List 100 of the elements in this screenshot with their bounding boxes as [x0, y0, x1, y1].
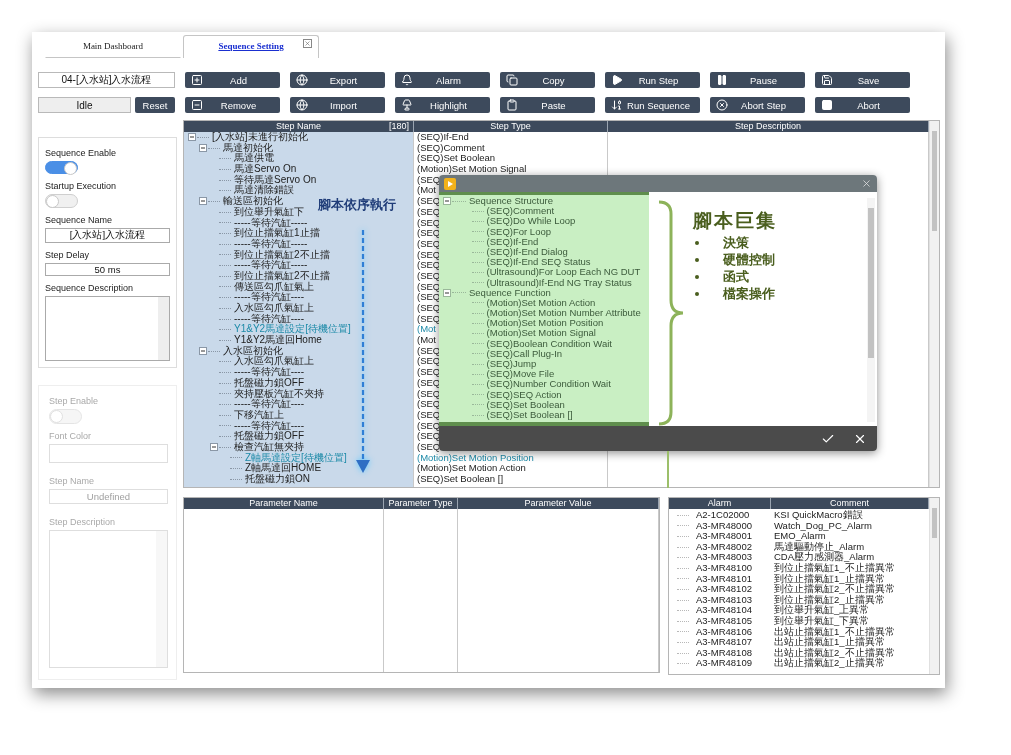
toolbar-button[interactable]: Save: [815, 72, 910, 88]
collapse-icon[interactable]: [443, 197, 451, 206]
macro-item[interactable]: (SEQ)If-End SEQ Status: [486, 257, 591, 268]
macro-item[interactable]: (SEQ)Set Boolean []: [486, 409, 573, 421]
collapse-icon[interactable]: [210, 443, 218, 452]
lamp-icon: [401, 99, 413, 111]
toolbar-button[interactable]: Remove: [185, 97, 280, 113]
save-icon: [821, 74, 833, 86]
step-name[interactable]: Y1&Y2馬達回Home: [234, 335, 322, 346]
step-name[interactable]: 到位止擋氣缸1止擋: [234, 228, 320, 239]
macro-item[interactable]: (SEQ)Call Plug-In: [486, 348, 563, 359]
collapse-icon[interactable]: [443, 288, 451, 297]
toolbar-button[interactable]: Copy: [500, 72, 595, 88]
step-name[interactable]: 入水區勾爪氣缸上: [234, 356, 314, 368]
step-name[interactable]: -----等待汽缸-----: [234, 217, 308, 229]
macro-item[interactable]: (SEQ)If-End: [486, 236, 539, 247]
step-name[interactable]: 馬達Servo On: [234, 164, 297, 175]
step-name[interactable]: 輸送區初始化: [223, 196, 283, 207]
step-name[interactable]: 夾持壓板汽缸不夾持: [234, 388, 324, 400]
step-name[interactable]: -----等待汽缸----: [234, 292, 304, 303]
step-name[interactable]: [入水站]未進行初始化: [212, 132, 308, 143]
step-name[interactable]: 托盤磁力鎖ON: [245, 474, 310, 485]
step-name[interactable]: 傳送區勾爪缸氣上: [234, 281, 314, 293]
step-name[interactable]: -----等待汽缸-----: [234, 260, 308, 271]
macro-item[interactable]: (SEQ)If-End Dialog: [486, 246, 568, 258]
toolbar-button[interactable]: Add: [185, 72, 280, 88]
toolbar-button[interactable]: Run Step: [605, 72, 700, 88]
step-name[interactable]: 到位止擋氣缸2不止擋: [234, 270, 330, 282]
tab[interactable]: Sequence Setting: [183, 35, 319, 58]
step-name[interactable]: -----等待汽缸----: [234, 420, 304, 432]
toolbar-button[interactable]: Pause: [710, 72, 805, 88]
scrollbar[interactable]: [929, 121, 939, 487]
macro-item[interactable]: (Motion)Set Motion Position: [486, 318, 604, 329]
macro-item[interactable]: (SEQ)Jump: [486, 359, 537, 370]
field-label: Step Description: [49, 517, 117, 527]
step-name[interactable]: -----等待汽缸----: [234, 399, 304, 410]
toolbar-button[interactable]: Abort: [815, 97, 910, 113]
step-count: [180]: [388, 121, 409, 132]
macro-item[interactable]: (Ultrasound)If-End NG Tray Status: [486, 277, 632, 288]
macro-item[interactable]: (SEQ)Boolean Condition Wait: [486, 338, 612, 349]
step-name[interactable]: 馬達初始化: [223, 142, 273, 154]
macro-item[interactable]: (SEQ)Number Condition Wait: [486, 379, 611, 390]
step-name[interactable]: Z軸馬達回HOME: [245, 463, 322, 474]
alarm-code: A3-MR48108: [695, 647, 753, 659]
collapse-icon[interactable]: [199, 144, 207, 153]
step-name[interactable]: 下移汽缸上: [234, 409, 284, 421]
step-name[interactable]: 托盤磁力鎖OFF: [234, 431, 304, 442]
macro-item[interactable]: (Motion)Set Motion Number Attribute: [486, 308, 641, 319]
toolbar-button[interactable]: Import: [290, 97, 385, 113]
macro-item[interactable]: (SEQ)For Loop: [486, 226, 551, 237]
step-name[interactable]: -----等待汽缸----: [234, 367, 304, 378]
collapse-icon[interactable]: [188, 133, 196, 142]
step-name[interactable]: 等待馬達Servo On: [234, 174, 317, 186]
collapse-icon[interactable]: [199, 197, 207, 206]
step-name[interactable]: 托盤磁力鎖OFF: [234, 377, 304, 389]
close-icon[interactable]: [861, 178, 872, 189]
toggle-switch[interactable]: [45, 161, 78, 175]
field-label: Sequence Enable: [45, 148, 118, 158]
close-icon[interactable]: [303, 39, 312, 48]
toolbar-button[interactable]: Run Sequence: [605, 97, 700, 113]
step-name[interactable]: 入水區勾爪氣缸上: [234, 303, 314, 314]
toggle-switch[interactable]: [45, 194, 78, 208]
input-field[interactable]: [入水站]入水流程: [45, 227, 170, 243]
macro-item[interactable]: (SEQ)Do While Loop: [486, 216, 576, 227]
step-type: (SEQ: [416, 399, 441, 410]
macro-group[interactable]: Sequence Function: [469, 287, 551, 298]
macro-group[interactable]: Sequence Structure: [469, 196, 553, 207]
column-header[interactable]: Alarm: [669, 498, 771, 509]
alarm-comment: 到位止擋氣缸2_不止擋異常: [773, 584, 896, 595]
tab[interactable]: Main Dashboard: [45, 35, 181, 58]
step-type: (Motion)Set Motion Signal: [416, 164, 527, 175]
scrollbar[interactable]: [867, 198, 875, 422]
step-name[interactable]: 到位舉升氣缸下: [234, 206, 304, 218]
macro-item[interactable]: (SEQ)Set Boolean: [486, 399, 565, 410]
step-name[interactable]: 到位止擋氣缸2不止擋: [234, 249, 330, 261]
reset-button[interactable]: Reset: [135, 97, 175, 113]
macro-item[interactable]: (SEQ)Comment: [486, 206, 555, 217]
scrollbar[interactable]: [929, 498, 939, 674]
step-name[interactable]: 馬達供電: [234, 153, 274, 165]
toolbar-button[interactable]: Abort Step: [710, 97, 805, 113]
step-name[interactable]: 檢查汽缸無夾持: [234, 441, 304, 453]
macro-item[interactable]: (Motion)Set Motion Action: [486, 297, 596, 309]
step-name[interactable]: -----等待汽缸----: [234, 313, 304, 325]
toolbar-button[interactable]: Highlight: [395, 97, 490, 113]
step-name[interactable]: 入水區初始化: [223, 345, 283, 357]
step-type: (SEQ)Comment: [416, 142, 485, 154]
sequence-selector[interactable]: 04-[入水站]入水流程: [38, 72, 175, 88]
macro-item[interactable]: (Motion)Set Motion Signal: [486, 328, 596, 339]
step-name[interactable]: -----等待汽缸-----: [234, 238, 308, 250]
text-area[interactable]: [45, 296, 170, 361]
toolbar-button[interactable]: Alarm: [395, 72, 490, 88]
step-name[interactable]: 馬達清除錯誤: [234, 185, 294, 197]
collapse-icon[interactable]: [199, 347, 207, 356]
sort-icon: [611, 99, 623, 111]
toolbar-button[interactable]: Export: [290, 72, 385, 88]
macro-item[interactable]: (SEQ)SEQ Action: [486, 389, 562, 400]
toolbar-button[interactable]: Paste: [500, 97, 595, 113]
macro-item[interactable]: (Ultrasound)For Loop Each NG DUT: [486, 267, 641, 278]
macro-item[interactable]: (SEQ)Move File: [486, 369, 555, 380]
input-field[interactable]: 50 ms: [45, 262, 170, 277]
